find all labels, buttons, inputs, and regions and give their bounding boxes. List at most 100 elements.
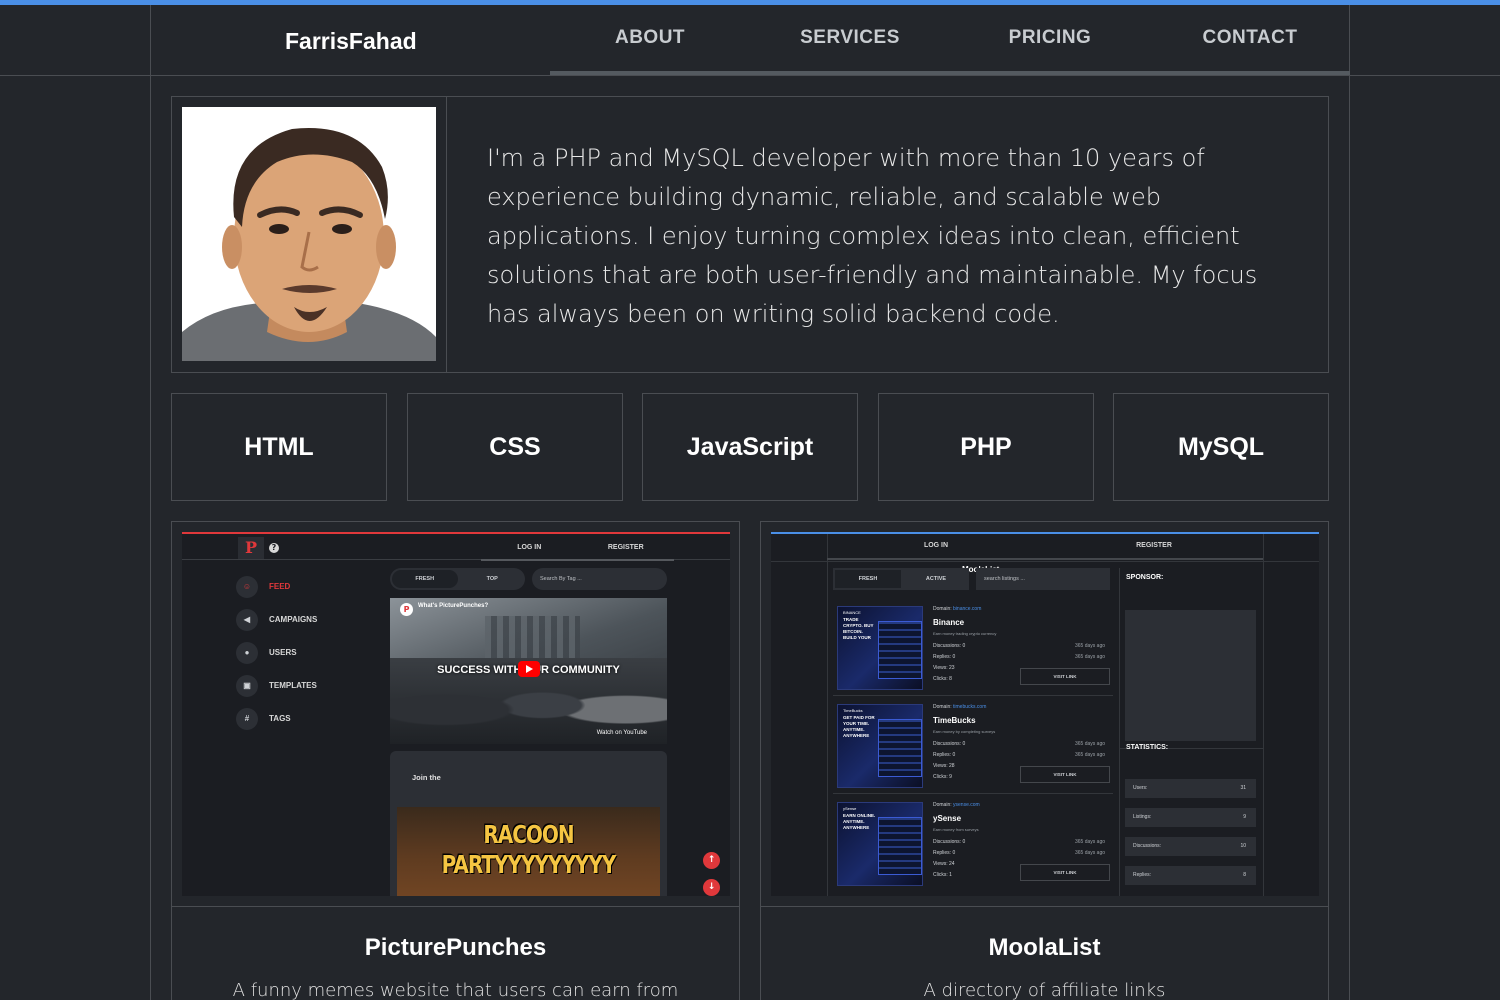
thumb-brand: TimeBucks xyxy=(843,708,863,713)
stat-label: Discussions: xyxy=(933,741,962,747)
preview-filter-fresh: FRESH xyxy=(392,570,458,588)
nav-pricing[interactable]: PRICING xyxy=(950,5,1150,71)
site-header: FarrisFahad ABOUT SERVICES PRICING CONTA… xyxy=(150,5,1350,75)
stat-discussions: Discussions: 10 xyxy=(1125,837,1256,856)
skill-css: CSS xyxy=(407,393,623,501)
domain-label: Domain: xyxy=(933,704,952,710)
preview-sidebar-item: ◀ CAMPAIGNS xyxy=(236,603,376,636)
listing-subtitle: Earn money from surveys xyxy=(933,827,979,832)
listing-domain: Domain: timebucks.com xyxy=(933,704,986,710)
age-text: 365 days ago xyxy=(1075,839,1106,845)
stat-row: Replies: 0 xyxy=(933,652,965,663)
stat-row: Clicks: 9 xyxy=(933,772,965,783)
stat-label: Views: xyxy=(933,665,948,671)
avatar-cell xyxy=(172,97,447,372)
video-title: What's PicturePunches? xyxy=(418,603,489,609)
preview-listing: BINANCE TRADE CRYPTO. BUY BITCOIN. BUILD… xyxy=(833,598,1113,690)
preview-navbar: MoolaList LOG IN REGISTER xyxy=(827,534,1263,574)
listing-stats: Discussions: 0 Replies: 0 Views: 23 Clic… xyxy=(933,641,965,685)
preview-sidebar-label: CAMPAIGNS xyxy=(269,615,318,624)
project-screenshot[interactable]: P ? LOG IN REGISTER ☺ FEED ◀ CAMPAIGNS ● US… xyxy=(182,532,730,896)
stat-row: Replies: 0 xyxy=(933,750,965,761)
main-nav: ABOUT SERVICES PRICING CONTACT xyxy=(550,5,1350,75)
sponsor-slot xyxy=(1125,610,1256,741)
preview-meme-image: RACOON PARTYYYYYYYYY xyxy=(397,807,660,896)
preview-sidebar-item: ▣ TEMPLATES xyxy=(236,669,376,702)
stat-row: Views: 24 xyxy=(933,859,965,870)
age-text: 365 days ago xyxy=(1075,752,1106,758)
domain-link: ysense.com xyxy=(953,802,980,808)
preview-navbar: P ? LOG IN REGISTER xyxy=(182,534,730,561)
stat-row: Views: 28 xyxy=(933,761,965,772)
stat-row: Clicks: 1 xyxy=(933,870,965,881)
listing-name: TimeBucks xyxy=(933,716,976,725)
preview-listing: TimeBucks GET PAID FOR YOUR TIME. ANYTIM… xyxy=(833,696,1113,788)
thumb-headline: GET PAID FOR YOUR TIME. ANYTIME. ANYWHER… xyxy=(843,715,875,738)
preview-sidebar-label: USERS xyxy=(269,648,297,657)
project-description: A directory of affiliate links xyxy=(923,980,1166,1000)
project-title[interactable]: PicturePunches xyxy=(172,934,739,962)
listing-ages: 365 days ago 365 days ago xyxy=(1075,641,1105,663)
age-text: 365 days ago xyxy=(1075,850,1106,856)
age-text: 365 days ago xyxy=(1075,643,1106,649)
listing-thumbnail: ySense EARN ONLINE. ANYTIME. ANYWHERE xyxy=(837,802,923,886)
stat-label: Discussions: xyxy=(1133,843,1162,849)
listing-name: ySense xyxy=(933,814,962,823)
listing-name: Binance xyxy=(933,618,965,627)
stat-label: Discussions: xyxy=(933,839,962,845)
stat-label: Clicks: xyxy=(933,676,948,682)
stat-label: Replies: xyxy=(933,752,952,758)
stat-listings: Listings: 9 xyxy=(1125,808,1256,827)
stat-row: Replies: 0 xyxy=(933,848,965,859)
play-icon xyxy=(518,661,540,677)
stat-value: 0 xyxy=(952,654,956,660)
thumb-headline: TRADE CRYPTO. BUY BITCOIN. BUILD YOUR xyxy=(843,617,874,640)
project-title[interactable]: MoolaList xyxy=(761,934,1328,962)
stat-row: Discussions: 0 xyxy=(933,641,965,652)
listing-subtitle: Earn money trading crypto currency xyxy=(933,631,997,636)
preview-sidebar-label: TEMPLATES xyxy=(269,681,317,690)
stat-value: 28 xyxy=(949,763,955,769)
skills-row: HTML CSS JavaScript PHP MySQL xyxy=(171,393,1329,501)
preview-filter-toggle: FRESH ACTIVE xyxy=(833,568,969,590)
listing-domain: Domain: binance.com xyxy=(933,606,981,612)
smile-icon: ☺ xyxy=(236,575,258,598)
stat-label: Discussions: xyxy=(933,643,962,649)
preview-login-tab: LOG IN xyxy=(517,544,542,551)
stat-users: Users: 31 xyxy=(1125,779,1256,798)
thumb-screen xyxy=(878,817,922,875)
preview-search-input: Search By Tag ... xyxy=(532,568,667,590)
skill-php: PHP xyxy=(878,393,1094,501)
thumb-screen xyxy=(878,719,922,777)
stat-value: 8 xyxy=(949,676,952,682)
thumb-screen xyxy=(878,621,922,679)
listing-stats: Discussions: 0 Replies: 0 Views: 24 Clic… xyxy=(933,837,965,881)
visit-link-button: VISIT LINK xyxy=(1020,668,1110,685)
preview-login-tab: LOG IN xyxy=(923,542,949,549)
visit-link-button: VISIT LINK xyxy=(1020,864,1110,881)
nav-services[interactable]: SERVICES xyxy=(750,5,950,71)
preview-sidebar-item: ● USERS xyxy=(236,636,376,669)
brand-logo[interactable]: FarrisFahad xyxy=(285,28,417,55)
stat-label: Users: xyxy=(1133,785,1148,791)
preview-sidebar-label: TAGS xyxy=(269,714,291,723)
domain-link: binance.com xyxy=(953,606,982,612)
skill-mysql: MySQL xyxy=(1113,393,1329,501)
project-screenshot[interactable]: MoolaList LOG IN REGISTER FRESH ACTIVE s… xyxy=(771,532,1319,896)
listing-ages: 365 days ago 365 days ago xyxy=(1075,837,1105,859)
preview-sidebar: ☺ FEED ◀ CAMPAIGNS ● USERS ▣ TEMPLATES # TAGS xyxy=(236,570,376,735)
statistics-heading: STATISTICS: xyxy=(1126,744,1169,751)
preview-post-card: Join the RACOON PARTYYYYYYYYY xyxy=(390,751,667,896)
stat-value: 23 xyxy=(949,665,955,671)
nav-contact[interactable]: CONTACT xyxy=(1150,5,1350,71)
card-divider xyxy=(172,906,739,907)
nav-about[interactable]: ABOUT xyxy=(550,5,750,71)
preview-filter-top: TOP xyxy=(486,576,498,582)
stat-label: Replies: xyxy=(933,654,952,660)
stat-value: 24 xyxy=(949,861,955,867)
about-text: I'm a PHP and MySQL developer with more … xyxy=(487,144,1258,328)
header-divider xyxy=(0,75,1500,76)
stat-replies: Replies: 8 xyxy=(1125,866,1256,885)
project-card-picturepunches[interactable]: P ? LOG IN REGISTER ☺ FEED ◀ CAMPAIGNS ● US… xyxy=(171,521,740,1000)
project-card-moolalist[interactable]: MoolaList LOG IN REGISTER FRESH ACTIVE s… xyxy=(760,521,1329,1000)
